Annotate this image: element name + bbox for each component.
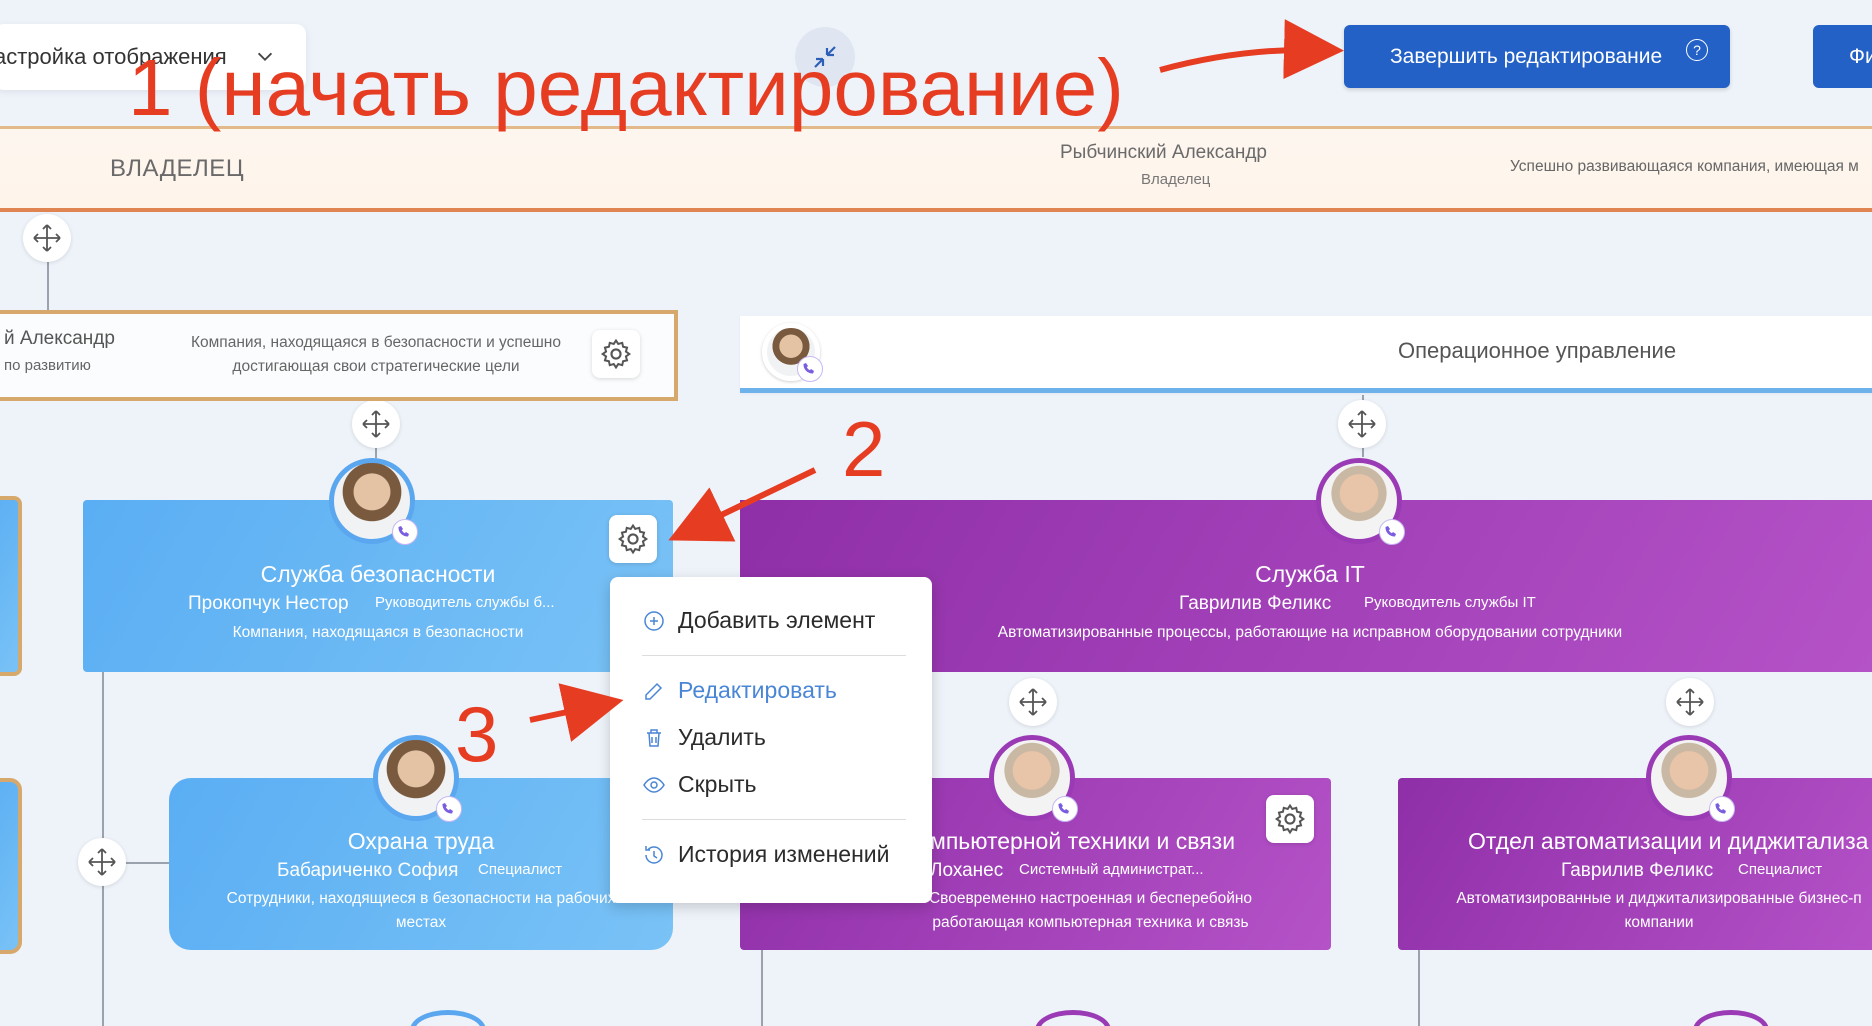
annotation-arrows [529, 19, 1344, 742]
